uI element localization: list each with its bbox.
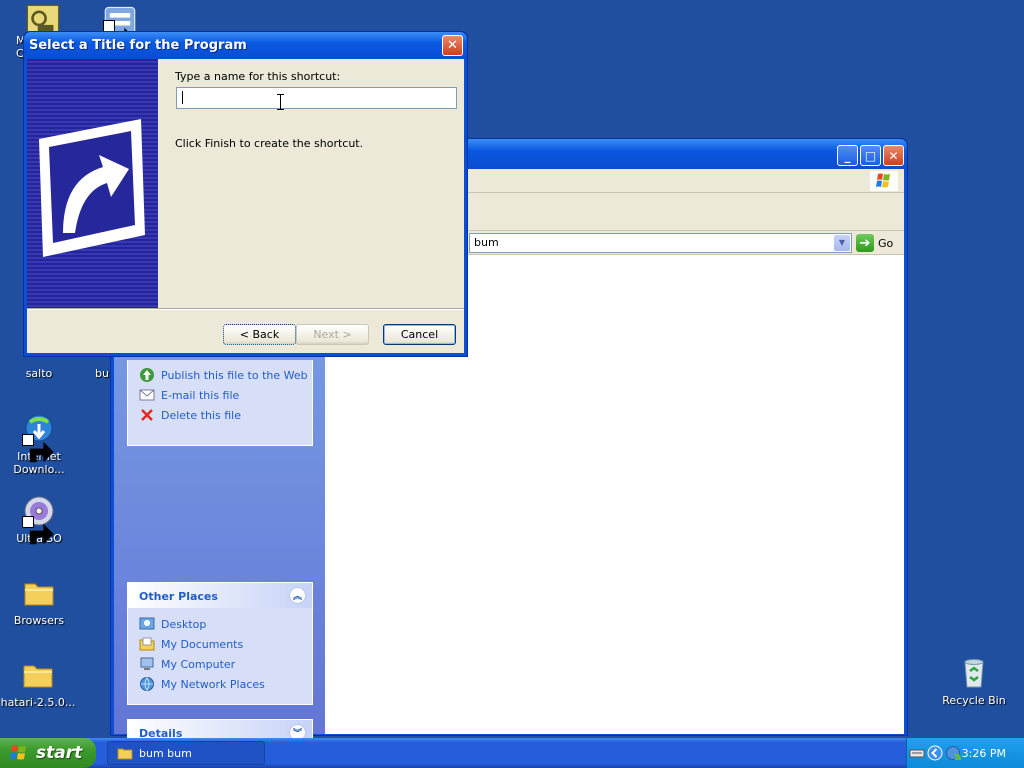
task-label: E-mail this file (161, 388, 240, 402)
ultraiso-icon (22, 494, 56, 545)
shortcut-arrow-icon (22, 434, 54, 463)
desktop-icon-browsers-folder[interactable]: Browsers (1, 576, 77, 627)
folder-icon (22, 576, 56, 610)
close-icon: ✕ (888, 148, 899, 163)
delete-icon (141, 409, 153, 421)
desktop-icon-ultraiso[interactable]: UltraISO (1, 494, 77, 545)
back-label: < Back (239, 328, 280, 341)
program-icon (103, 4, 136, 49)
go-label: Go (878, 236, 894, 250)
desktop-icon-hatari-folder[interactable]: hatari-2.5.0... (0, 658, 76, 709)
keyboard-icon[interactable] (909, 745, 925, 761)
folder-icon (117, 748, 133, 760)
taskbar: start bum bum 3:26 PM (0, 738, 1024, 768)
close-button[interactable]: ✕ (883, 145, 904, 166)
address-input[interactable]: bum ▼ (469, 233, 852, 253)
shortcut-name-input[interactable] (176, 87, 457, 109)
dialog-close-button[interactable]: ✕ (442, 35, 463, 56)
start-button[interactable]: start (0, 738, 96, 768)
dialog-title: Select a Title for the Program (29, 38, 247, 53)
minimize-button[interactable]: _ (837, 145, 858, 166)
task-email-file[interactable]: E-mail this file (128, 385, 312, 405)
publish-web-icon (140, 368, 154, 382)
address-value: bum (474, 236, 499, 249)
desktop-icon-recycle-bin[interactable]: Recycle Bin (936, 656, 1012, 707)
dialog-divider (27, 308, 464, 310)
internet-download-manager-icon (22, 412, 56, 463)
name-label: Type a name for this shortcut: (175, 70, 341, 83)
close-icon: ✕ (447, 38, 458, 53)
select-title-dialog[interactable]: Select a Title for the Program ✕ Type a … (23, 31, 468, 357)
place-label: My Network Places (161, 677, 265, 691)
desktop-icon (139, 617, 155, 630)
recycle-bin-icon (957, 656, 991, 690)
email-icon (139, 389, 155, 401)
dialog-titlebar[interactable]: Select a Title for the Program ✕ (24, 32, 467, 59)
task-publish-web[interactable]: Publish this file to the Web (128, 365, 312, 385)
place-my-computer[interactable]: My Computer (128, 654, 312, 674)
other-places-header[interactable]: Other Places ︽ (128, 583, 312, 608)
panel-title: Other Places (139, 590, 218, 603)
chevron-down-icon: ▼ (838, 238, 846, 247)
shortcut-wizard-icon (39, 119, 145, 257)
place-label: My Documents (161, 637, 244, 651)
maximize-icon: □ (864, 148, 877, 163)
cancel-label: Cancel (400, 328, 439, 341)
my-computer-icon (140, 657, 154, 670)
maximize-button[interactable]: □ (860, 145, 881, 166)
desktop-icon-bum[interactable]: bur (77, 367, 113, 380)
next-button[interactable]: Next > (296, 324, 369, 345)
go-button[interactable]: ➔ Go (856, 233, 900, 253)
task-delete-file[interactable]: Delete this file (128, 405, 312, 425)
folder-icon (21, 658, 55, 692)
windows-logo-icon (10, 745, 26, 760)
wizard-banner (27, 59, 158, 308)
dialog-body: Type a name for this shortcut: Click Fin… (27, 59, 464, 353)
task-label: Delete this file (161, 408, 241, 422)
desktop-icon-label: salto (25, 367, 53, 380)
my-computer-icon (26, 4, 60, 38)
finish-instruction: Click Finish to create the shortcut. (175, 137, 364, 150)
address-dropdown-button[interactable]: ▼ (834, 235, 850, 251)
windows-logo-icon (870, 171, 898, 191)
shortcut-arrow-icon (22, 516, 54, 545)
show-hidden-icons-icon[interactable] (927, 745, 943, 761)
minimize-icon: _ (844, 148, 851, 163)
place-label: Desktop (161, 617, 207, 631)
task-label: Publish this file to the Web (161, 368, 308, 382)
desktop-icon-label: Browsers (13, 614, 65, 627)
start-label: start (36, 743, 83, 763)
text-caret (182, 91, 183, 104)
back-button[interactable]: < Back (223, 324, 296, 345)
next-label: Next > (313, 328, 352, 341)
place-my-network-places[interactable]: My Network Places (128, 674, 312, 694)
collapse-icon[interactable]: ︽ (289, 587, 306, 604)
desktop-icon-label: hatari-2.5.0... (0, 696, 76, 709)
place-my-documents[interactable]: My Documents (128, 634, 312, 654)
desktop-icon-salto[interactable]: salto (1, 367, 77, 380)
taskbar-item-label: bum bum (139, 746, 192, 760)
network-places-icon (140, 677, 154, 691)
network-icon[interactable] (945, 745, 961, 761)
go-arrow-icon: ➔ (856, 234, 874, 252)
other-places-panel: Other Places ︽ Desktop My Documents My C… (127, 582, 313, 705)
place-label: My Computer (161, 657, 236, 671)
desktop-icon-label: Recycle Bin (942, 694, 1006, 707)
place-desktop[interactable]: Desktop (128, 614, 312, 634)
cancel-button[interactable]: Cancel (383, 324, 456, 345)
clock[interactable]: 3:26 PM (962, 747, 1006, 760)
file-tasks-panel: Publish this file to the Web E-mail this… (127, 360, 313, 446)
taskbar-item-bum-bum[interactable]: bum bum (107, 741, 265, 765)
desktop-icon-internet-download-manager[interactable]: Internet Downlo... (1, 412, 77, 476)
ibeam-cursor-icon (277, 94, 284, 110)
my-documents-icon (139, 637, 155, 651)
system-tray: 3:26 PM (906, 738, 1024, 768)
